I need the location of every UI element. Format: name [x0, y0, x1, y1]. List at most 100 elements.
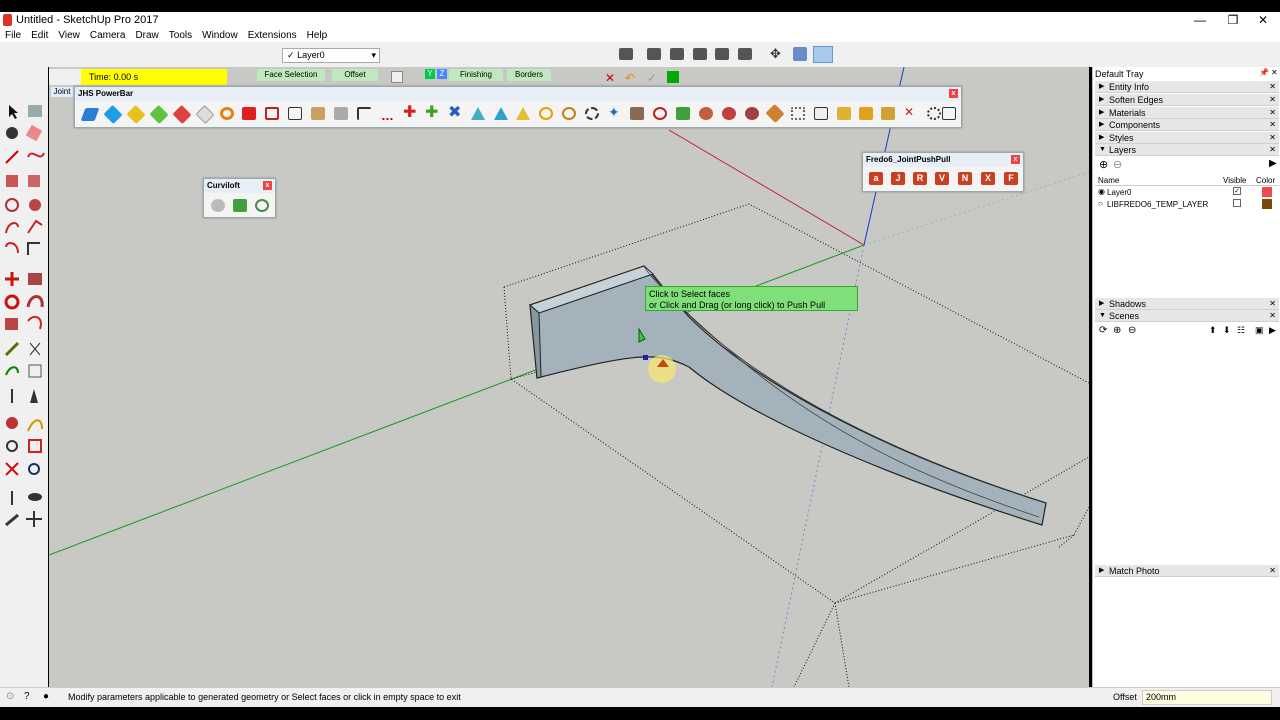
scale-icon[interactable]: ✖	[448, 105, 462, 121]
jhs-tool-32-icon[interactable]	[765, 103, 785, 124]
layer-active-radio[interactable]: ◉	[1098, 187, 1105, 196]
layers-details-icon[interactable]: ▶	[1269, 158, 1277, 169]
jhs-tool-28-icon[interactable]	[676, 107, 690, 120]
jhs-tool-5-icon[interactable]	[172, 104, 192, 125]
menu-camera[interactable]: Camera	[85, 29, 131, 42]
scene-down-icon[interactable]: ⬇	[1223, 325, 1231, 336]
view-top-icon[interactable]	[647, 48, 661, 60]
layer-visible-checkbox[interactable]: ✓	[1233, 187, 1241, 195]
jhs-tool-36-icon[interactable]	[859, 107, 873, 120]
menu-draw[interactable]: Draw	[130, 29, 163, 42]
curviloft-close-button[interactable]: x	[263, 181, 272, 190]
tray-close-icon[interactable]: ✕	[1271, 68, 1278, 77]
view-front-icon[interactable]	[670, 48, 684, 60]
menu-tools[interactable]: Tools	[164, 29, 197, 42]
panel-close-icon[interactable]: ✕	[1269, 94, 1276, 106]
jhs-cone2-icon[interactable]	[494, 107, 508, 120]
jhs-tool-38-icon[interactable]: ✕	[904, 106, 918, 119]
borders-button[interactable]: Borders	[507, 69, 551, 81]
menu-window[interactable]: Window	[197, 29, 243, 42]
pin-icon[interactable]: 📌	[1259, 68, 1269, 77]
scene-more-icon[interactable]: ▶	[1269, 325, 1276, 336]
jhs-tool-9-icon[interactable]	[265, 107, 279, 120]
offset-button[interactable]: Offset	[332, 69, 378, 81]
section-plane-icon[interactable]	[793, 47, 807, 61]
jhs-tool-40-icon[interactable]	[942, 107, 956, 120]
panel-layers[interactable]: ▼ Layers ✕	[1095, 144, 1279, 156]
panel-close-icon[interactable]: ✕	[1269, 132, 1276, 144]
layer-dropdown[interactable]: ✓ Layer0 ▾	[282, 48, 380, 63]
jhs-close-button[interactable]: x	[949, 89, 958, 98]
remove-scene-icon[interactable]: ⊖	[1128, 325, 1136, 336]
jointpushpull-close-button[interactable]: x	[1011, 155, 1020, 164]
help-icon[interactable]: ?	[24, 691, 30, 702]
jpp-r-icon[interactable]: R	[913, 172, 927, 185]
menu-file[interactable]: File	[0, 29, 26, 42]
axis-z-icon[interactable]: Z	[437, 69, 447, 79]
panel-shadows[interactable]: ▶ Shadows ✕	[1095, 298, 1279, 310]
axis-y-icon[interactable]: Y	[425, 69, 435, 79]
restore-button[interactable]: ❐	[1218, 12, 1248, 29]
add-scene-icon[interactable]: ⊕	[1113, 325, 1121, 336]
panel-close-icon[interactable]: ✕	[1269, 144, 1276, 156]
warning-icon[interactable]	[516, 107, 530, 120]
jhs-tool-1-icon[interactable]	[80, 108, 100, 121]
exit-icon[interactable]	[667, 71, 679, 83]
orbit-icon[interactable]: ✥	[770, 47, 784, 61]
layer-name[interactable]: LIBFREDO6_TEMP_LAYER	[1107, 200, 1208, 209]
jhs-tool-39-icon[interactable]	[927, 107, 941, 120]
panel-match-photo[interactable]: ▶ Match Photo ✕	[1095, 565, 1279, 577]
jhs-cone-icon[interactable]	[471, 107, 485, 120]
refresh-icon[interactable]: ⟳	[1099, 325, 1107, 336]
add-layer-icon[interactable]: ⊕	[1099, 158, 1108, 171]
jpp-n-icon[interactable]: N	[958, 172, 972, 185]
view-left-icon[interactable]	[738, 48, 752, 60]
display-section-icon[interactable]	[813, 46, 833, 63]
jhs-tool-12-icon[interactable]	[334, 107, 348, 120]
jhs-tool-35-icon[interactable]	[837, 107, 851, 120]
validate-icon[interactable]: ✓	[647, 71, 657, 85]
scene-view-icon[interactable]: ☷	[1237, 325, 1245, 336]
menu-help[interactable]: Help	[302, 29, 333, 42]
jhs-arc2-icon[interactable]	[562, 107, 576, 120]
jhs-tool-31-icon[interactable]	[745, 107, 759, 120]
jhs-tool-3-icon[interactable]	[126, 104, 146, 125]
panel-soften-edges[interactable]: ▶ Soften Edges ✕	[1095, 94, 1279, 106]
move-icon[interactable]: ✚	[403, 105, 417, 121]
jhs-tool-4-icon[interactable]	[149, 104, 169, 125]
jhs-star-icon[interactable]: ✦	[608, 105, 622, 119]
jhs-tool-13-icon[interactable]	[357, 107, 371, 120]
scene-up-icon[interactable]: ⬆	[1209, 325, 1217, 336]
trash-icon[interactable]	[630, 107, 644, 120]
finishing-button[interactable]: Finishing	[449, 69, 503, 81]
jhs-tool-6-icon[interactable]	[195, 104, 215, 125]
panel-scenes[interactable]: ▼ Scenes ✕	[1095, 310, 1279, 322]
curviloft-loft-icon[interactable]	[211, 199, 225, 212]
layer-name[interactable]: Layer0	[1107, 188, 1131, 197]
view-right-icon[interactable]	[693, 48, 707, 60]
close-button[interactable]: ✕	[1248, 12, 1278, 29]
jhs-undo-icon[interactable]	[653, 107, 667, 120]
jhs-move2-icon[interactable]: ✚	[425, 105, 439, 121]
geolocation-icon[interactable]: ⊙	[6, 691, 14, 702]
scene-details-icon[interactable]: ▣	[1255, 325, 1264, 336]
panel-entity-info[interactable]: ▶ Entity Info ✕	[1095, 81, 1279, 93]
jhs-tool-34-icon[interactable]	[814, 107, 828, 120]
face-selection-button[interactable]: Face Selection	[257, 69, 325, 81]
panel-components[interactable]: ▶ Components ✕	[1095, 119, 1279, 131]
undo-icon[interactable]: ↶	[625, 71, 635, 85]
jpp-joint-icon[interactable]: a	[869, 172, 883, 185]
panel-styles[interactable]: ▶ Styles ✕	[1095, 132, 1279, 144]
jpp-f-icon[interactable]: F	[1004, 172, 1018, 185]
minimize-button[interactable]: —	[1185, 12, 1215, 29]
curviloft-spline-icon[interactable]	[233, 199, 247, 212]
jhs-tool-11-icon[interactable]	[311, 107, 325, 120]
layer-visible-checkbox[interactable]	[1233, 199, 1241, 207]
curviloft-skin-icon[interactable]	[255, 199, 269, 212]
menu-view[interactable]: View	[53, 29, 85, 42]
layer-row[interactable]: ◉ Layer0 ✓	[1095, 187, 1279, 199]
user-icon[interactable]: ●	[43, 691, 49, 702]
view-back-icon[interactable]	[715, 48, 729, 60]
jhs-tool-29-icon[interactable]	[699, 107, 713, 120]
layer-color-swatch[interactable]	[1262, 199, 1272, 209]
